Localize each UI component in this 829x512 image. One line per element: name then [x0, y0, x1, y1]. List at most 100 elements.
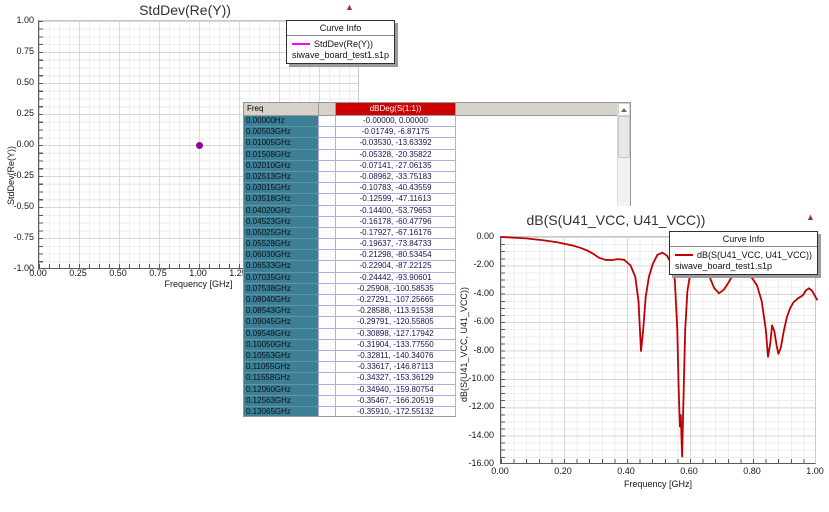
table-row[interactable]: 0.03015GHz -0.10783, -40.43559 [244, 183, 617, 194]
cell-value: -0.19637, -73.84733 [336, 239, 456, 250]
xtick-label: 0.00 [21, 268, 55, 278]
cell-freq: 0.07538GHz [244, 284, 319, 295]
stddev-legend[interactable]: Curve Info StdDev(Re(Y)) siwave_board_te… [286, 20, 395, 64]
cell-spacer [319, 183, 336, 194]
sparam-y-axis-label: dB(S(U41_VCC, U41_VCC)) [459, 287, 469, 402]
cell-freq: 0.01005GHz [244, 138, 319, 149]
cell-value: -0.31904, -133.77550 [336, 340, 456, 351]
cell-freq: 0.08543GHz [244, 306, 319, 317]
cell-value: -0.16178, -60.47796 [336, 217, 456, 228]
cell-spacer [319, 329, 336, 340]
ytick-label: 0.25 [2, 108, 34, 118]
cell-value: -0.29791, -120.55805 [336, 317, 456, 328]
cell-freq: 0.00000Hz [244, 116, 319, 127]
ytick-label: 0.50 [2, 77, 34, 87]
column-header-value[interactable]: dBDeg(S(1:1)) [336, 103, 456, 116]
cell-value: -0.35467, -166.20519 [336, 396, 456, 407]
xtick-label: 0.00 [483, 466, 517, 476]
legend-series-label: dB(S(U41_VCC, U41_VCC)) [697, 250, 812, 260]
cell-value: -0.12599, -47.11613 [336, 194, 456, 205]
ytick-label: 0.00 [462, 231, 494, 241]
cell-value: -0.34327, -153.36129 [336, 373, 456, 384]
table-row[interactable]: 0.02513GHz-0.08962, -33.75183 [244, 172, 617, 183]
cell-freq: 0.00503GHz [244, 127, 319, 138]
cell-value: -0.34940, -159.80754 [336, 385, 456, 396]
ytick-label: -0.75 [2, 232, 34, 242]
ytick-label: -2.00 [462, 259, 494, 269]
cell-freq: 0.11055GHz [244, 362, 319, 373]
cell-value: -0.14400, -53.79653 [336, 206, 456, 217]
scrollbar-thumb[interactable] [618, 116, 630, 158]
cell-freq: 0.06030GHz [244, 250, 319, 261]
cell-spacer [319, 306, 336, 317]
cell-freq: 0.01508GHz [244, 150, 319, 161]
cell-value: -0.35910, -172.55132 [336, 407, 456, 416]
column-header-freq[interactable]: Freq [244, 103, 319, 116]
cell-spacer [319, 116, 336, 127]
cell-freq: 0.06533GHz [244, 261, 319, 272]
header-filler [456, 103, 617, 116]
stddev-y-axis-label: StdDev(Re(Y)) [6, 146, 16, 205]
cell-value: -0.00000, 0.00000 [336, 116, 456, 127]
cell-value: -0.25908, -100.58535 [336, 284, 456, 295]
table-row[interactable]: 0.01508GHz -0.05328, -20.35822 [244, 150, 617, 161]
legend-header: Curve Info [670, 232, 817, 247]
cell-spacer [319, 273, 336, 284]
cell-value: -0.32811, -140.34076 [336, 351, 456, 362]
cell-freq: 0.09548GHz [244, 329, 319, 340]
cell-value: -0.17927, -67.16176 [336, 228, 456, 239]
legend-series-label: StdDev(Re(Y)) [314, 39, 373, 49]
cell-spacer [319, 317, 336, 328]
cell-freq: 0.02010GHz [244, 161, 319, 172]
xtick-label: 0.60 [672, 466, 706, 476]
cell-value: -0.24442, -93.90601 [336, 273, 456, 284]
cell-spacer [319, 351, 336, 362]
legend-line-swatch [675, 254, 693, 256]
cell-spacer [319, 172, 336, 183]
table-row[interactable]: 0.02010GHz -0.07141, -27.06135 [244, 161, 617, 172]
table-row[interactable]: 0.00503GHz-0.01749, -6.87175 [244, 127, 617, 138]
cell-spacer [319, 161, 336, 172]
cell-freq: 0.03015GHz [244, 183, 319, 194]
xtick-label: 0.80 [735, 466, 769, 476]
cell-spacer [319, 295, 336, 306]
desktop: StdDev(Re(Y)) ▲ 1.000.750.500.250.00-0.2… [0, 0, 829, 512]
ytick-label: -12.00 [462, 401, 494, 411]
cell-value: -0.27291, -107.25665 [336, 295, 456, 306]
cell-freq: 0.12563GHz [244, 396, 319, 407]
cell-spacer [319, 217, 336, 228]
table-row[interactable]: 0.01005GHz-0.03530, -13.63392 [244, 138, 617, 149]
sparam-chart-window: dB(S(U41_VCC, U41_VCC)) ▲ 0.00-2.00-4.00… [456, 206, 829, 512]
cell-freq: 0.09045GHz [244, 317, 319, 328]
cell-spacer [319, 284, 336, 295]
xtick-label: 0.20 [546, 466, 580, 476]
table-row[interactable]: 0.00000Hz -0.00000, 0.00000 [244, 116, 617, 127]
column-header-spacer[interactable] [319, 103, 336, 116]
cell-freq: 0.04523GHz [244, 217, 319, 228]
cell-freq: 0.02513GHz [244, 172, 319, 183]
scroll-up-icon [621, 108, 627, 112]
cell-value: -0.10783, -40.43559 [336, 183, 456, 194]
cell-freq: 0.03518GHz [244, 194, 319, 205]
table-header-row: Freq dBDeg(S(1:1)) [244, 103, 617, 116]
legend-source-label: siwave_board_test1.s1p [287, 49, 394, 60]
xtick-label: 0.40 [609, 466, 643, 476]
cell-value: -0.05328, -20.35822 [336, 150, 456, 161]
stddev-data-point [196, 142, 203, 149]
legend-header: Curve Info [287, 21, 394, 36]
cell-spacer [319, 407, 336, 416]
scroll-up-button[interactable] [618, 103, 630, 116]
cell-value: -0.07141, -27.06135 [336, 161, 456, 172]
cell-freq: 0.10050GHz [244, 340, 319, 351]
xtick-label: 0.25 [61, 268, 95, 278]
alert-triangle-icon: ▲ [345, 3, 354, 12]
cell-freq: 0.11558GHz [244, 373, 319, 384]
stddev-chart-title: StdDev(Re(Y)) [0, 2, 370, 18]
ytick-label: -14.00 [462, 430, 494, 440]
cell-freq: 0.10553GHz [244, 351, 319, 362]
table-row[interactable]: 0.03518GHz -0.12599, -47.11613 [244, 194, 617, 205]
cell-value: -0.33617, -146.87113 [336, 362, 456, 373]
sparam-x-axis-label: Frequency [GHz] [500, 479, 816, 489]
legend-line-swatch [292, 43, 310, 45]
sparam-legend[interactable]: Curve Info dB(S(U41_VCC, U41_VCC)) siwav… [669, 231, 818, 275]
